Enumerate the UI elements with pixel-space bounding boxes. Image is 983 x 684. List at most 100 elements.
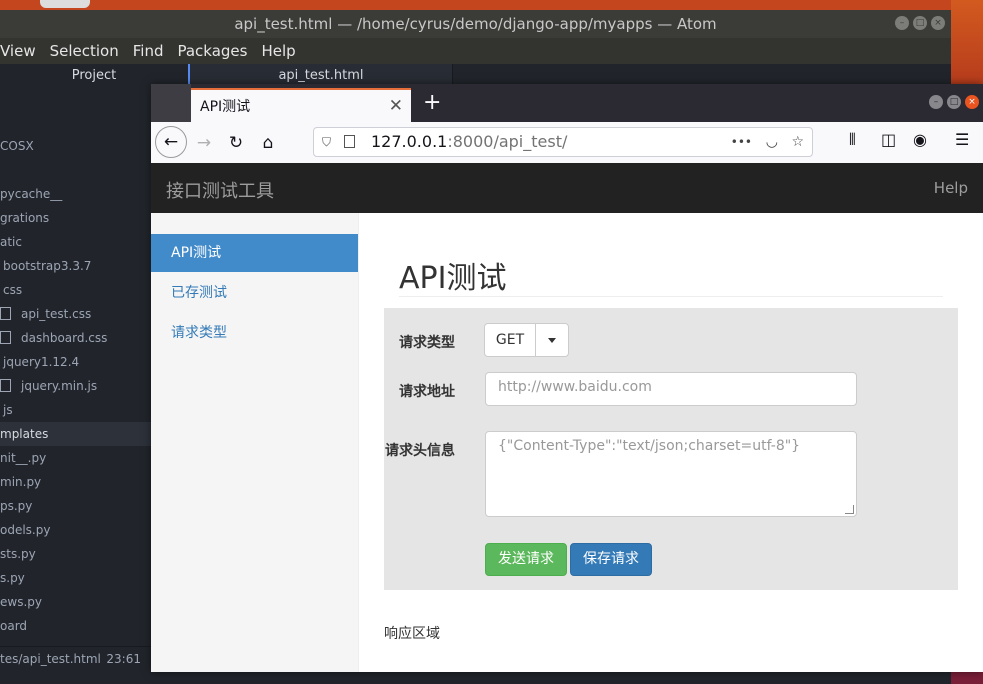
tree-item-label: ps.py: [0, 499, 33, 513]
web-page: 接口测试工具 Help API测试 已存测试 请求类型 API测试 请求类型 G…: [151, 163, 983, 672]
file-icon: [0, 307, 11, 320]
atom-titlebar[interactable]: api_test.html — /home/cyrus/demo/django-…: [0, 10, 951, 38]
tree-item[interactable]: nit__.py: [0, 446, 46, 470]
tree-item-label: COSX: [0, 139, 34, 153]
save-request-button[interactable]: 保存请求: [570, 543, 652, 576]
home-icon[interactable]: ⌂: [255, 130, 281, 156]
back-icon[interactable]: ←: [155, 126, 187, 158]
tree-item[interactable]: dashboard.css: [0, 326, 107, 350]
method-dropdown[interactable]: GET: [484, 323, 569, 357]
tracking-shield-icon[interactable]: ⛉: [322, 128, 331, 156]
tree-item-label: min.py: [0, 475, 42, 489]
tree-item[interactable]: jquery.min.js: [0, 374, 97, 398]
tree-item[interactable]: COSX: [0, 134, 34, 158]
tree-item[interactable]: js: [3, 398, 13, 422]
tree-item[interactable]: bootstrap3.3.7: [3, 254, 91, 278]
tree-item[interactable]: s.py: [0, 566, 25, 590]
maximize-icon[interactable]: □: [913, 16, 927, 30]
page-actions-icon[interactable]: •••: [731, 128, 752, 156]
menu-packages[interactable]: Packages: [177, 42, 247, 60]
tree-item-label: s.py: [0, 571, 25, 585]
tree-item[interactable]: ps.py: [0, 494, 32, 518]
tabbar-spacer: [151, 84, 191, 122]
page-title: API测试: [399, 261, 507, 296]
menu-selection[interactable]: Selection: [50, 42, 119, 60]
file-icon: [0, 331, 11, 344]
reload-icon[interactable]: ↻: [223, 130, 249, 156]
tree-item-label: api_test.css: [21, 307, 92, 321]
close-icon[interactable]: ×: [931, 16, 945, 30]
sidebar-item-saved-tests[interactable]: 已存测试: [151, 274, 358, 312]
tree-item[interactable]: pycache__: [0, 182, 62, 206]
menu-find[interactable]: Find: [133, 42, 164, 60]
tree-item[interactable]: oard: [0, 614, 27, 638]
request-headers-placeholder: {"Content-Type":"text/json;charset=utf-8…: [498, 438, 801, 454]
library-icon[interactable]: ⫴: [849, 130, 856, 150]
tree-item[interactable]: min.py: [0, 470, 41, 494]
request-headers-textarea[interactable]: {"Content-Type":"text/json;charset=utf-8…: [485, 431, 857, 517]
new-tab-icon[interactable]: +: [423, 90, 441, 115]
pocket-icon[interactable]: ◡: [766, 128, 778, 156]
tree-item[interactable]: ews.py: [0, 590, 42, 614]
desktop-icon-edge: [40, 0, 90, 8]
menu-help[interactable]: Help: [261, 42, 295, 60]
minimize-icon[interactable]: –: [895, 16, 909, 30]
sidebar-item-request-types[interactable]: 请求类型: [151, 314, 358, 352]
url-bar[interactable]: ⛉ 127.0.0.1:8000/api_test/ ••• ◡ ☆: [313, 127, 813, 157]
atom-window-controls: – □ ×: [895, 16, 945, 30]
browser-tabbar: API测试 ✕ + – □ ×: [151, 84, 983, 122]
desktop-background: [951, 0, 983, 90]
method-value[interactable]: GET: [485, 324, 536, 356]
tree-item[interactable]: grations: [0, 206, 49, 230]
maximize-icon[interactable]: □: [947, 95, 961, 109]
tree-item[interactable]: odels.py: [0, 518, 50, 542]
tree-item[interactable]: api_test.css: [0, 302, 91, 326]
url-label: 请求地址: [399, 384, 455, 400]
sidebar-toggle-icon[interactable]: ◫: [881, 130, 896, 149]
project-tree: COSX pycache__ grations atic bootstrap3.…: [0, 88, 151, 658]
tree-item-label: odels.py: [0, 523, 51, 537]
method-label: 请求类型: [399, 335, 455, 351]
page-info-icon[interactable]: [344, 135, 355, 148]
menu-view[interactable]: View: [0, 42, 36, 60]
account-icon[interactable]: ◉: [913, 130, 927, 149]
atom-window-title: api_test.html — /home/cyrus/demo/django-…: [234, 15, 717, 33]
hamburger-menu-icon[interactable]: ☰: [955, 130, 969, 149]
tree-item-label: dashboard.css: [21, 331, 108, 345]
tree-item[interactable]: atic: [0, 230, 22, 254]
url-host: 127.0.0.1: [371, 132, 448, 151]
request-url-placeholder: http://www.baidu.com: [498, 379, 652, 395]
tree-item-selected[interactable]: mplates: [0, 422, 151, 446]
firefox-window: API测试 ✕ + – □ × ← → ↻ ⌂ ⛉ 127.0.0.1:8000…: [151, 84, 983, 672]
browser-toolbar: ← → ↻ ⌂ ⛉ 127.0.0.1:8000/api_test/ ••• ◡…: [151, 122, 983, 164]
url-path: :8000/api_test/: [447, 132, 568, 151]
navbar-help-link[interactable]: Help: [934, 179, 968, 197]
send-request-button[interactable]: 发送请求: [485, 543, 567, 576]
bookmark-star-icon[interactable]: ☆: [791, 128, 804, 156]
tree-item[interactable]: css: [3, 278, 22, 302]
resize-handle-icon[interactable]: [845, 505, 854, 514]
close-icon[interactable]: ×: [965, 95, 979, 109]
tree-item-label: jquery.min.js: [21, 379, 98, 393]
close-tab-icon[interactable]: ✕: [389, 96, 403, 116]
status-file-path[interactable]: tes/api_test.html: [0, 652, 101, 666]
request-url-input[interactable]: http://www.baidu.com: [485, 372, 857, 406]
forward-icon[interactable]: →: [191, 130, 217, 156]
tree-item-label: css: [3, 283, 23, 297]
url-text: 127.0.0.1:8000/api_test/: [371, 128, 567, 156]
dropdown-toggle[interactable]: [536, 324, 568, 356]
tree-item-label: ews.py: [0, 595, 42, 609]
sidebar-item-api-test[interactable]: API测试: [151, 234, 358, 272]
tree-item[interactable]: sts.py: [0, 542, 36, 566]
navbar-brand[interactable]: 接口测试工具: [166, 177, 274, 203]
tree-item-label: js: [3, 403, 13, 417]
status-cursor-position[interactable]: 23:61: [106, 647, 141, 671]
title-divider: [399, 296, 943, 297]
headers-label: 请求头信息: [385, 443, 455, 459]
atom-menubar: View Selection Find Packages Help: [0, 38, 951, 64]
tree-item-label: grations: [0, 211, 50, 225]
tree-item[interactable]: jquery1.12.4: [3, 350, 79, 374]
browser-tab-api-test[interactable]: API测试 ✕: [191, 88, 411, 122]
file-icon: [0, 379, 11, 392]
minimize-icon[interactable]: –: [929, 95, 943, 109]
